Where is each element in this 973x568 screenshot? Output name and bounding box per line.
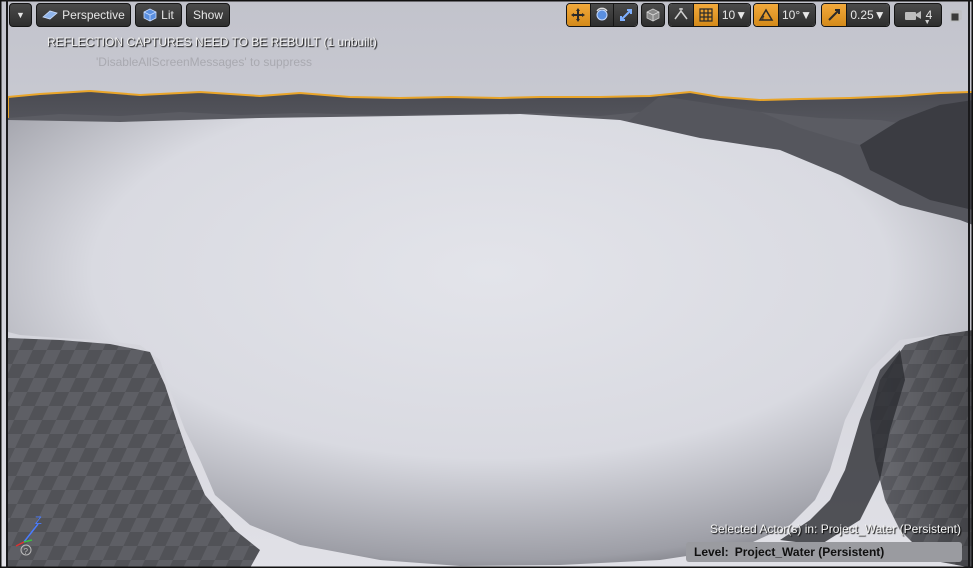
rotate-icon [596,7,608,21]
current-level-badge: Level: Project_Water (Persistent) [686,542,962,562]
maximize-viewport-button[interactable] [950,9,962,22]
chevron-down-icon: ▼ [735,8,748,22]
camera-speed-button[interactable]: 4 ▼ [894,3,942,27]
svg-text:?: ? [24,547,29,556]
scale-snap-icon [828,9,840,21]
view-mode-button[interactable]: Lit [135,3,182,27]
level-viewport[interactable]: ▼ Perspective Lit Show 10 ▼ 10° ▼ 0.25 ▼… [0,0,973,568]
selected-actor-info: Selected Actor(s) in: Project_Water (Per… [710,522,961,536]
grid-snap-value: 10 [721,8,736,22]
scale-snap-value-dropdown[interactable]: 0.25 ▼ [847,4,889,26]
camera-icon [904,11,921,20]
rotation-snap-group: 10° ▼ [753,3,816,27]
scale-mode-button[interactable] [614,4,637,26]
rotation-snap-value: 10° [781,8,801,22]
rotate-mode-button[interactable] [590,4,615,26]
world-cube-icon [646,8,660,22]
svg-text:Z: Z [35,515,42,527]
reflection-warning-message: REFLECTION CAPTURES NEED TO BE REBUILT (… [47,35,377,49]
suppress-hint-message: 'DisableAllScreenMessages' to suppress [96,55,313,69]
coordinate-space-button[interactable] [641,3,665,27]
chevron-down-icon: ▼ [16,10,25,20]
rotation-snap-value-dropdown[interactable]: 10° ▼ [779,4,815,26]
lit-cube-icon [143,8,157,22]
transform-mode-group [566,3,638,27]
show-label: Show [192,8,224,22]
chevron-down-icon: ▼ [800,8,813,22]
scene-render [0,0,973,568]
perspective-button[interactable]: Perspective [36,3,131,27]
show-button[interactable]: Show [186,3,230,27]
grid-snap-value-dropdown[interactable]: 10 ▼ [719,4,750,26]
level-label: Level: [694,545,729,559]
viewport-options-dropdown[interactable]: ▼ [9,3,32,27]
chevron-down-icon: ▼ [923,19,931,26]
grid-icon [699,8,713,22]
perspective-label: Perspective [62,8,125,22]
angle-icon [758,8,774,21]
scale-snap-value: 0.25 [850,8,874,22]
axis-gizmo: Z ? [15,515,42,556]
grid-snap-group: 10 ▼ [668,3,751,27]
move-icon [571,8,586,22]
chevron-down-icon: ▼ [873,8,886,22]
restore-icon [950,10,962,22]
level-value: Project_Water (Persistent) [734,545,885,559]
surface-snap-icon [674,8,688,20]
lit-label: Lit [161,8,174,22]
scale-icon [619,9,632,21]
grid-snap-toggle[interactable] [694,4,719,26]
perspective-icon [42,10,58,20]
scale-snap-group: 0.25 ▼ [821,3,890,27]
surface-snap-button[interactable] [669,4,694,26]
rotation-snap-toggle[interactable] [754,4,779,26]
scale-snap-toggle[interactable] [822,4,847,26]
translate-mode-button[interactable] [567,4,591,26]
